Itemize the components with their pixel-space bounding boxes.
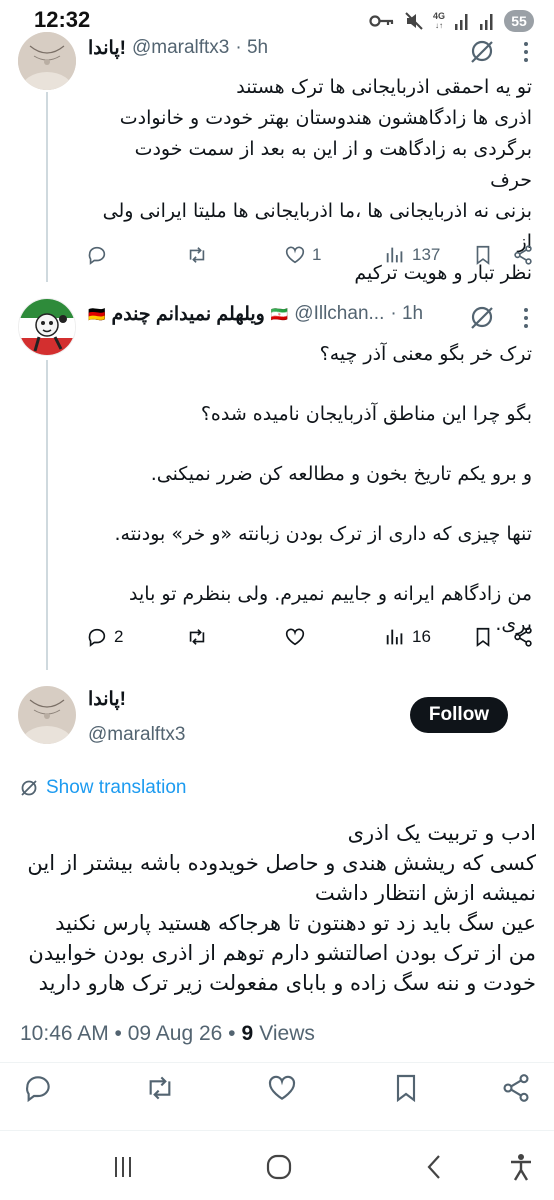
share-icon — [514, 627, 532, 647]
views-icon — [386, 247, 403, 263]
status-time: 12:32 — [34, 7, 91, 32]
like-icon — [268, 1075, 296, 1100]
reply-button[interactable]: 2 — [86, 622, 123, 652]
user-handle[interactable]: @maralftx3 — [132, 37, 229, 59]
back-icon[interactable] — [420, 1152, 450, 1182]
bookmark-icon — [396, 1074, 416, 1103]
more-icon[interactable] — [514, 304, 538, 332]
bookmark-icon — [476, 245, 490, 265]
divider — [0, 1062, 554, 1063]
reply-icon — [88, 246, 106, 265]
key-icon — [369, 15, 394, 27]
like-count: 1 — [312, 245, 322, 264]
user-handle[interactable]: @Illchan... — [294, 303, 384, 325]
avatar[interactable] — [18, 686, 76, 744]
flag-iran: 🇮🇷 — [270, 305, 289, 322]
bookmark-icon — [476, 627, 490, 647]
like-icon — [285, 246, 305, 264]
views-icon — [386, 629, 403, 645]
views-label: Views — [259, 1022, 315, 1045]
share-button[interactable] — [512, 622, 534, 652]
thread-line — [46, 92, 48, 282]
display-name[interactable]: ویلهلم نمیدانم چندم — [111, 303, 264, 326]
signal-icon-2 — [480, 14, 493, 30]
show-translation-label: Show translation — [46, 777, 187, 798]
system-nav-bar — [0, 1138, 554, 1200]
grok-icon[interactable] — [468, 303, 496, 331]
tweet-time[interactable]: · 5h — [235, 37, 268, 59]
like-button[interactable]: 1 — [284, 240, 321, 270]
views-number: 9 — [241, 1022, 254, 1045]
reply-button[interactable] — [86, 240, 114, 270]
repost-button[interactable] — [186, 622, 214, 652]
tweet-header: پاندا! @maralftx3 · 5h — [88, 34, 484, 62]
follow-button[interactable]: Follow — [410, 697, 508, 733]
reply-icon — [88, 628, 106, 647]
tweet-header: 🇩🇪 ویلهلم نمیدانم چندم 🇮🇷 @Illchan... · … — [88, 300, 484, 328]
share-button[interactable] — [512, 240, 534, 270]
tweet-time[interactable]: · 1h — [390, 303, 423, 325]
repost-button[interactable] — [144, 1072, 176, 1108]
bookmark-button[interactable] — [472, 622, 494, 652]
avatar[interactable] — [18, 298, 76, 356]
main-tweet-actions — [0, 1072, 554, 1108]
views-count: 16 — [412, 627, 431, 646]
status-icons: 4G ↓↑ 55 — [369, 8, 534, 34]
like-button[interactable] — [266, 1072, 298, 1108]
timestamp[interactable]: 10:46 AM • 09 Aug 26 • — [20, 1022, 236, 1046]
tweet-text: ترک خر بگو معنی آذر چیه؟ بگو چرا این منا… — [114, 343, 533, 635]
like-icon — [285, 628, 305, 646]
repost-icon — [189, 629, 205, 645]
flag-germany: 🇩🇪 — [88, 305, 106, 322]
avatar[interactable] — [18, 32, 76, 90]
translate-icon — [21, 780, 37, 796]
show-translation-link[interactable]: Show translation — [20, 775, 186, 801]
home-icon[interactable] — [264, 1152, 294, 1182]
main-tweet-text: ادب و تربیت یک اذری کسی که ریشش هندی و ح… — [27, 821, 536, 995]
like-button[interactable] — [284, 622, 312, 652]
share-button[interactable] — [500, 1072, 532, 1108]
repost-icon — [149, 1076, 171, 1100]
bookmark-button[interactable] — [390, 1072, 422, 1108]
network-4g: 4G ↓↑ — [432, 11, 445, 31]
accessibility-icon[interactable] — [506, 1152, 536, 1182]
tweet-actions: 2 16 — [86, 622, 536, 652]
repost-button[interactable] — [186, 240, 214, 270]
divider — [0, 1130, 554, 1131]
recents-icon[interactable] — [108, 1152, 138, 1182]
display-name[interactable]: پاندا! — [88, 688, 126, 711]
reply-count: 2 — [114, 627, 124, 646]
display-name[interactable]: پاندا! — [88, 37, 126, 60]
tweet-actions: 1 137 — [86, 240, 536, 270]
reply-icon — [26, 1076, 50, 1103]
reply-button[interactable] — [22, 1072, 54, 1108]
grok-icon[interactable] — [468, 37, 496, 65]
signal-icon — [455, 14, 468, 30]
bookmark-button[interactable] — [472, 240, 494, 270]
network-label: 4G — [432, 11, 445, 21]
battery-icon: 55 — [504, 10, 534, 32]
views-count: 137 — [412, 245, 441, 264]
repost-icon — [189, 247, 205, 263]
views-button[interactable]: 137 — [384, 240, 440, 270]
tweet-meta: 10:46 AM • 09 Aug 26 • 9 Views — [20, 1019, 315, 1049]
views-button[interactable]: 16 — [384, 622, 431, 652]
user-handle[interactable]: @maralftx3 — [88, 724, 185, 746]
thread-line — [46, 360, 48, 670]
share-icon — [503, 1074, 529, 1102]
share-icon — [514, 245, 532, 265]
more-icon[interactable] — [514, 38, 538, 66]
mute-icon — [405, 12, 423, 30]
